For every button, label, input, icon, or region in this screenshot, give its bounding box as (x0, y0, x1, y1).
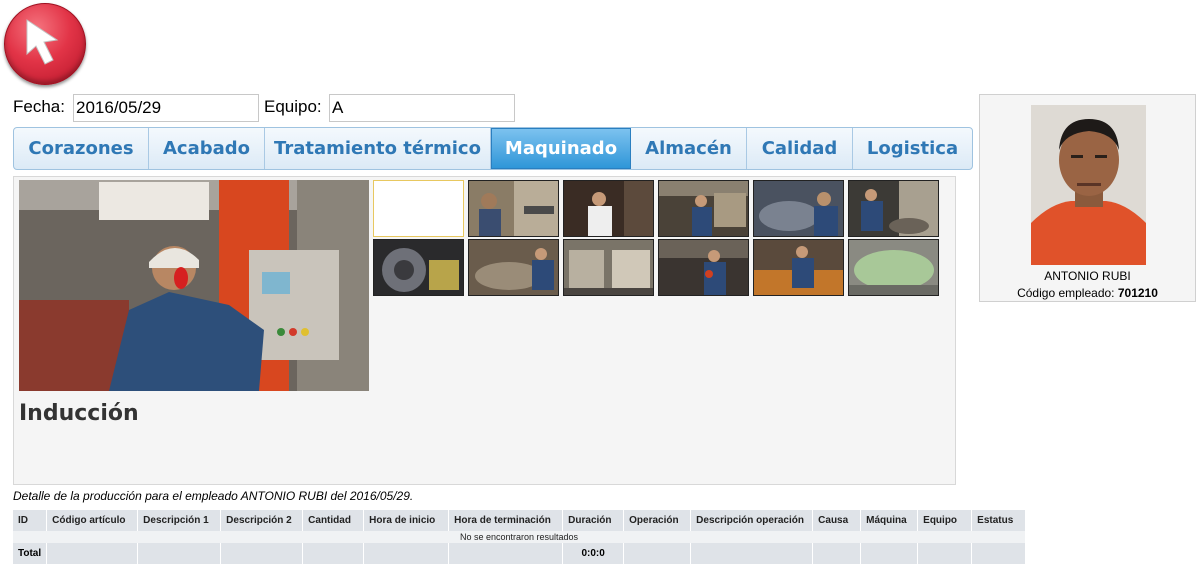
fecha-input[interactable] (73, 94, 259, 122)
column-header[interactable]: Estatus (971, 510, 1026, 531)
area-tabs: Corazones Acabado Tratamiento térmico Ma… (13, 127, 973, 170)
tab-corazones[interactable]: Corazones (14, 128, 149, 169)
station-thumbnail[interactable] (848, 239, 939, 296)
station-thumbnail[interactable] (563, 239, 654, 296)
fecha-label: Fecha: (13, 97, 65, 116)
station-thumbnail[interactable] (373, 180, 464, 237)
station-thumbnail[interactable] (658, 180, 749, 237)
station-thumbnail[interactable] (373, 239, 464, 296)
station-main-photo (19, 180, 369, 391)
station-thumbnail[interactable] (468, 239, 559, 296)
station-thumbnail[interactable] (848, 180, 939, 237)
empty-results-row: No se encontraron resultados (13, 531, 1026, 543)
station-thumbnail[interactable] (753, 239, 844, 296)
arrow-cursor-icon (26, 19, 59, 65)
column-header[interactable]: Máquina (860, 510, 919, 531)
column-header[interactable]: Operación (623, 510, 692, 531)
station-thumbnail[interactable] (563, 180, 654, 237)
tab-calidad[interactable]: Calidad (747, 128, 853, 169)
station-thumbnail[interactable] (658, 239, 749, 296)
equipo-input[interactable] (329, 94, 515, 122)
column-header[interactable]: Código artículo (46, 510, 139, 531)
station-thumbnail[interactable] (753, 180, 844, 237)
empty-results-message: No se encontraron resultados (13, 531, 1026, 543)
column-header[interactable]: ID (13, 510, 48, 531)
total-label: Total (13, 543, 48, 564)
production-table: ID Código artículo Descripción 1 Descrip… (13, 510, 1026, 564)
table-header-row: ID Código artículo Descripción 1 Descrip… (13, 510, 1026, 531)
tab-acabado[interactable]: Acabado (149, 128, 265, 169)
column-header[interactable]: Equipo (917, 510, 973, 531)
column-header[interactable]: Cantidad (302, 510, 365, 531)
column-header[interactable]: Descripción operación (690, 510, 814, 531)
column-header[interactable]: Causa (812, 510, 862, 531)
employee-code: 701210 (1117, 286, 1158, 300)
station-thumbnail[interactable] (468, 180, 559, 237)
tab-maquinado[interactable]: Maquinado (491, 128, 631, 169)
tab-tratamiento-termico[interactable]: Tratamiento térmico (265, 128, 491, 169)
tab-logistica[interactable]: Logistica (853, 128, 972, 169)
employee-photo (1031, 105, 1146, 265)
employee-code-label: Código empleado: (1017, 286, 1115, 300)
column-header[interactable]: Hora de terminación (448, 510, 564, 531)
column-header[interactable]: Hora de inicio (363, 510, 450, 531)
back-button[interactable] (4, 3, 86, 85)
employee-card: ANTONIO RUBI Código empleado: 701210 (979, 94, 1196, 302)
employee-name: ANTONIO RUBI (1044, 269, 1131, 283)
station-title: Inducción (19, 401, 139, 426)
equipo-label: Equipo: (264, 97, 322, 116)
column-header[interactable]: Descripción 2 (220, 510, 304, 531)
production-detail-caption: Detalle de la producción para el emplead… (13, 489, 414, 503)
column-header[interactable]: Descripción 1 (137, 510, 222, 531)
tab-almacen[interactable]: Almacén (631, 128, 747, 169)
station-panel: Inducción (13, 176, 956, 485)
total-row: Total 0:0:0 (13, 543, 1026, 564)
employee-code-line: Código empleado: 701210 (980, 286, 1195, 300)
total-duration: 0:0:0 (562, 543, 625, 564)
column-header[interactable]: Duración (562, 510, 625, 531)
